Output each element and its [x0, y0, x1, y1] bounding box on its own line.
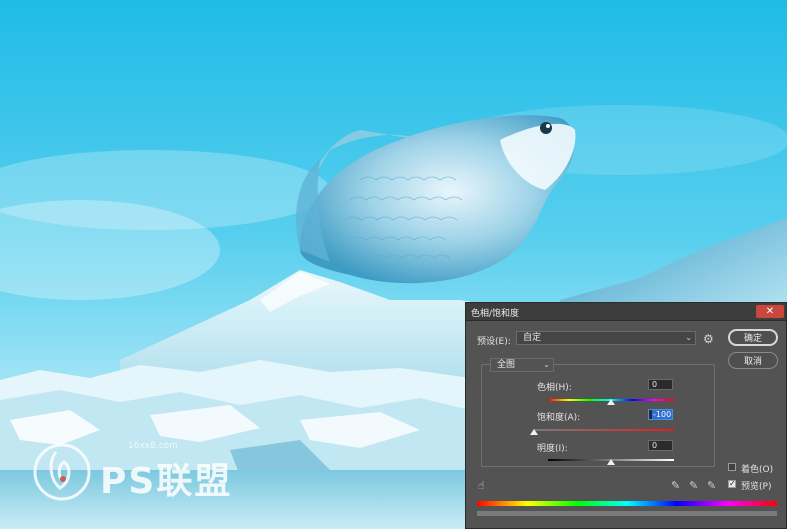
- colorize-checkbox[interactable]: [728, 463, 736, 471]
- channel-select[interactable]: 全图 ⌄: [490, 358, 554, 372]
- spectrum-bar-top: [477, 501, 777, 506]
- saturation-label: 饱和度(A):: [537, 413, 581, 423]
- dialog-title: 色相/饱和度: [471, 309, 520, 319]
- ok-button[interactable]: 确定: [728, 329, 778, 346]
- close-icon[interactable]: ✕: [756, 305, 784, 318]
- cancel-button[interactable]: 取消: [728, 352, 778, 369]
- hand-adjust-icon[interactable]: ☝: [478, 479, 485, 492]
- eyedropper-minus-icon[interactable]: ✎: [707, 479, 716, 492]
- hue-slider-thumb[interactable]: [607, 399, 615, 405]
- saturation-input[interactable]: -100: [648, 409, 673, 420]
- eyedropper-icon[interactable]: ✎: [671, 479, 680, 492]
- chevron-down-icon: ⌄: [685, 333, 692, 342]
- dialog-titlebar[interactable]: 色相/饱和度 ✕: [466, 303, 786, 321]
- channel-select-value: 全图: [497, 360, 516, 370]
- hue-saturation-dialog: 色相/饱和度 ✕ 预设(E): 自定 ⌄ ⚙ 确定 取消 全图 ⌄ 色相(H):…: [465, 302, 787, 529]
- saturation-input-value: -100: [652, 410, 673, 419]
- gear-icon[interactable]: ⚙: [703, 332, 714, 346]
- preset-select[interactable]: 自定 ⌄: [516, 331, 696, 345]
- lightness-label: 明度(I):: [537, 444, 568, 454]
- preset-label: 预设(E):: [477, 337, 511, 347]
- saturation-slider-track[interactable]: [533, 429, 674, 431]
- lightness-slider-thumb[interactable]: [607, 459, 615, 465]
- colorize-label[interactable]: 着色(O): [741, 462, 773, 475]
- eyedropper-plus-icon[interactable]: ✎: [689, 479, 698, 492]
- watermark-site: 16xx8.com: [128, 441, 178, 451]
- preview-label[interactable]: 预览(P): [741, 479, 771, 492]
- hue-input[interactable]: 0: [648, 379, 673, 390]
- chevron-down-icon: ⌄: [543, 360, 550, 369]
- preset-select-value: 自定: [523, 333, 542, 343]
- saturation-slider-thumb[interactable]: [530, 429, 538, 435]
- lightness-input[interactable]: 0: [648, 440, 673, 451]
- hue-label: 色相(H):: [537, 383, 572, 393]
- spectrum-bar-bottom: [477, 511, 777, 516]
- adjustment-group: 全图 ⌄ 色相(H): 0 饱和度(A): -100 明度(I): 0: [481, 358, 715, 467]
- watermark-brand: PS联盟: [100, 461, 233, 502]
- preview-checkbox[interactable]: ✓: [728, 480, 736, 488]
